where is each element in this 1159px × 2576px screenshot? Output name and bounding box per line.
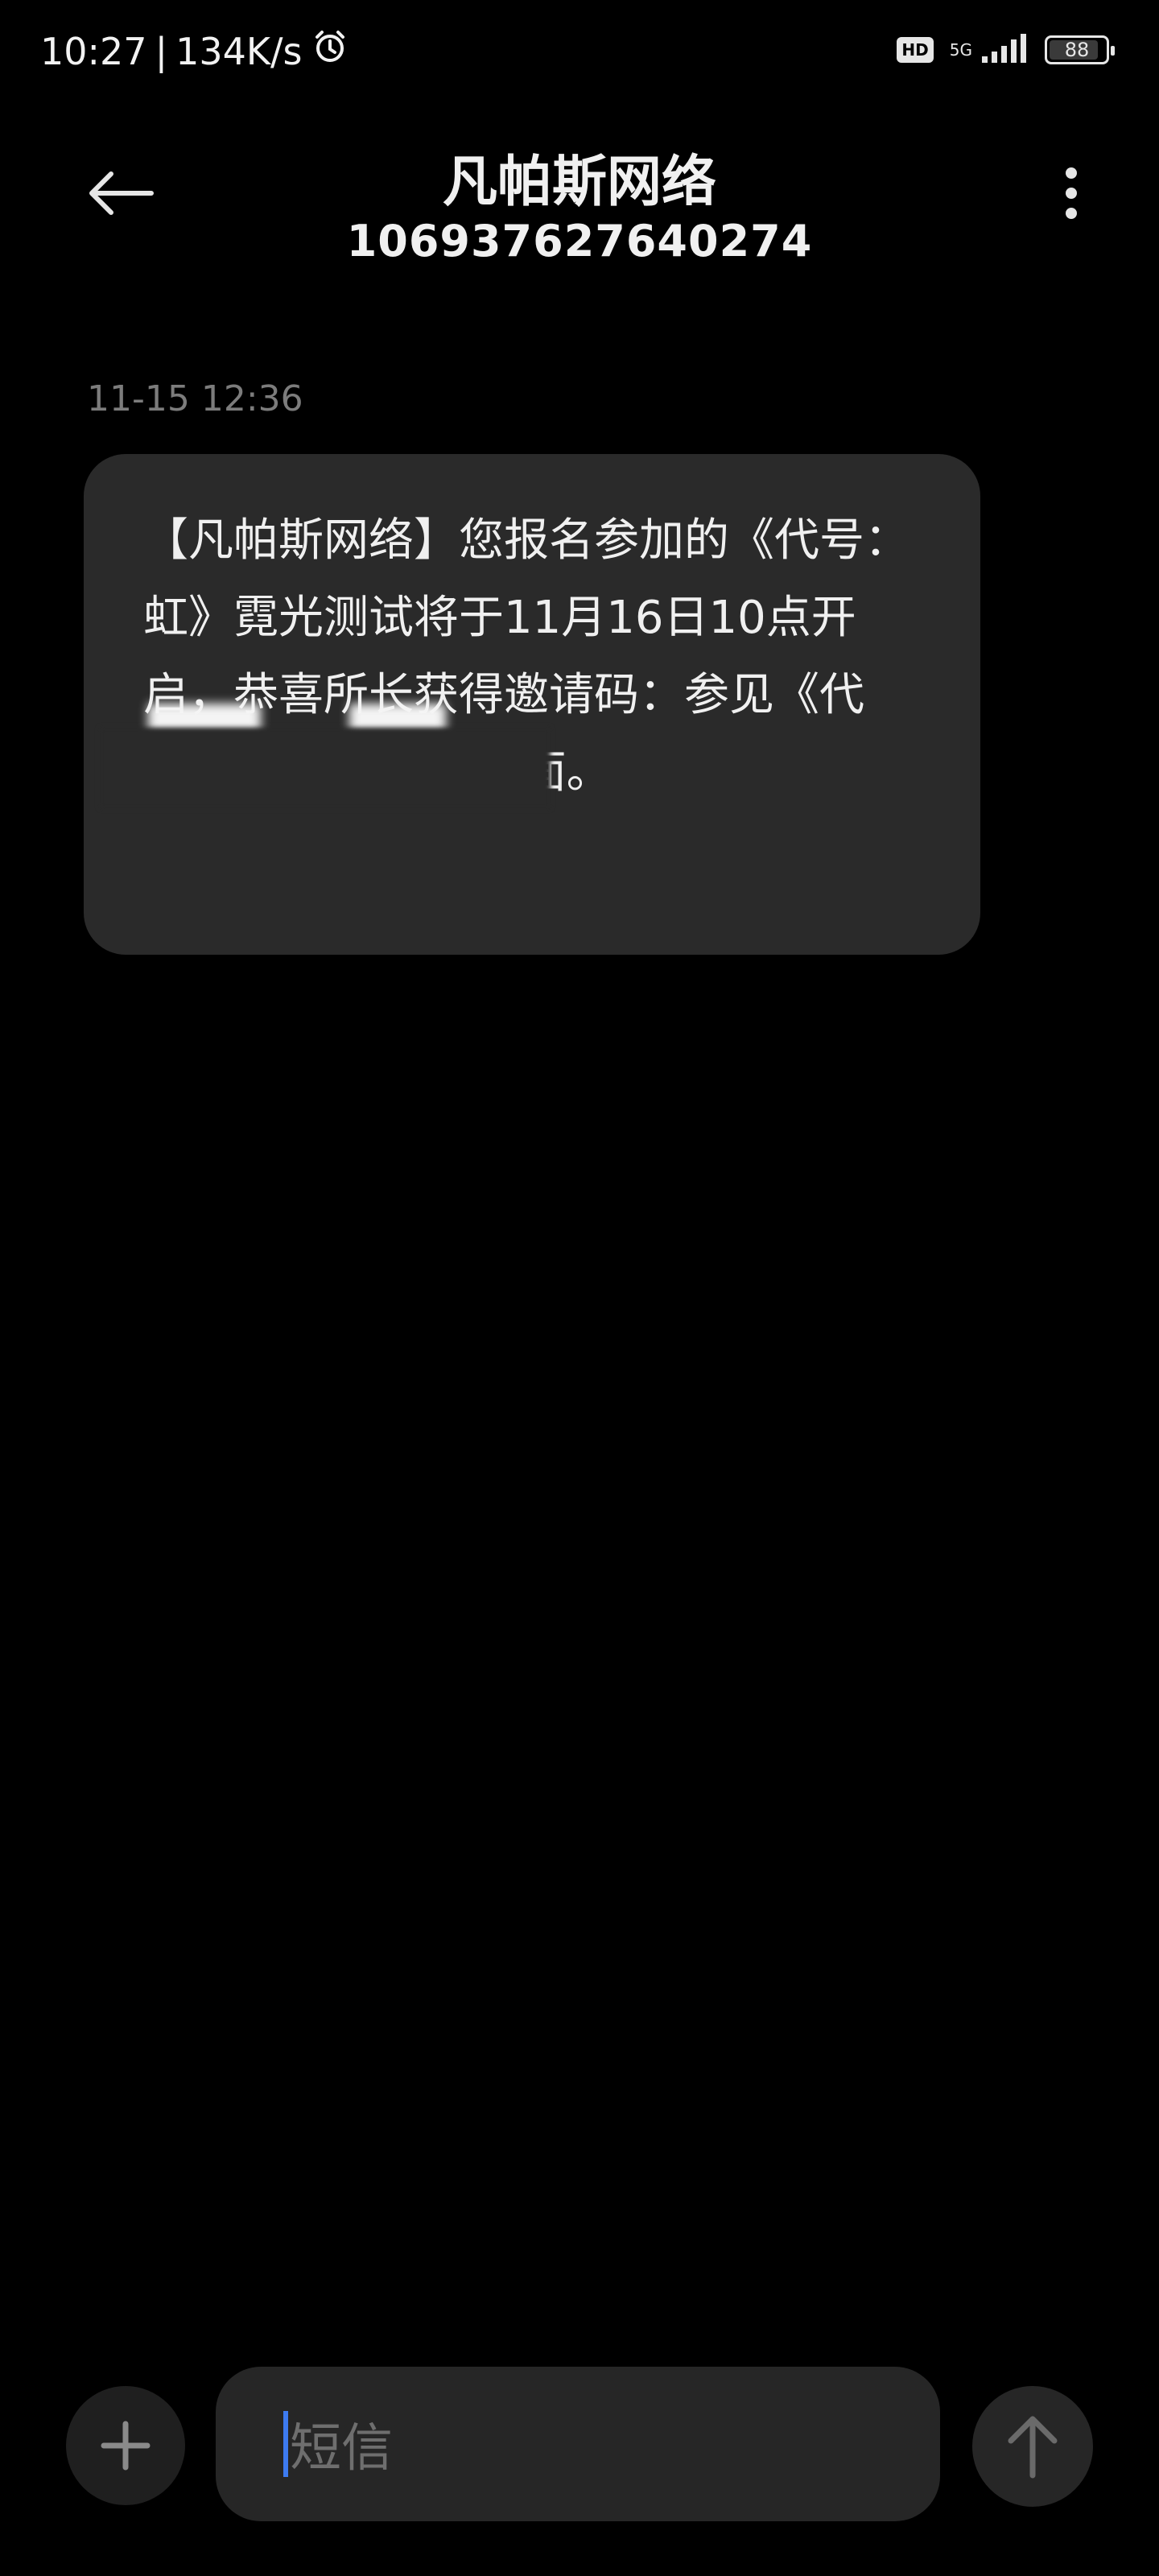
- message-input-placeholder: 短信: [290, 2419, 393, 2479]
- attach-button[interactable]: [66, 2386, 185, 2505]
- redaction-blur: [100, 728, 551, 808]
- status-bar: 10:27 | 134K/s HD 5G 88: [0, 0, 1159, 105]
- status-right: HD 5G 88: [897, 32, 1115, 68]
- status-time: 10:27: [40, 29, 147, 73]
- network-speed: 134K/s: [175, 29, 303, 73]
- message-input[interactable]: 短信: [216, 2367, 940, 2521]
- alarm-icon: [311, 27, 349, 75]
- more-vertical-icon: [1066, 167, 1077, 219]
- status-left: 10:27 | 134K/s: [40, 27, 349, 75]
- message-bubble[interactable]: 【凡帕斯网络】您报名参加的《代号：虹》霓光测试将于11月16日10点开启，恭喜所…: [84, 454, 980, 955]
- hd-icon: HD: [897, 37, 934, 63]
- conversation-header: 凡帕斯网络 106937627640274: [0, 121, 1159, 298]
- send-button[interactable]: [972, 2386, 1093, 2507]
- battery-level: 88: [1064, 39, 1090, 61]
- send-arrow-up-icon: [1008, 2416, 1058, 2479]
- sender-number: 106937627640274: [346, 216, 813, 266]
- network-type-label: 5G: [949, 40, 972, 60]
- plus-icon: [101, 2421, 151, 2471]
- signal-icon: [980, 32, 1029, 68]
- message-timestamp: 11-15 12:36: [87, 378, 303, 419]
- text-caret: [283, 2411, 288, 2477]
- more-options-button[interactable]: [1035, 153, 1107, 233]
- conversation-title: 凡帕斯网络: [442, 151, 716, 214]
- battery-icon: 88: [1045, 35, 1115, 64]
- status-separator: |: [155, 29, 168, 73]
- message-composer: 短信: [0, 2351, 1159, 2528]
